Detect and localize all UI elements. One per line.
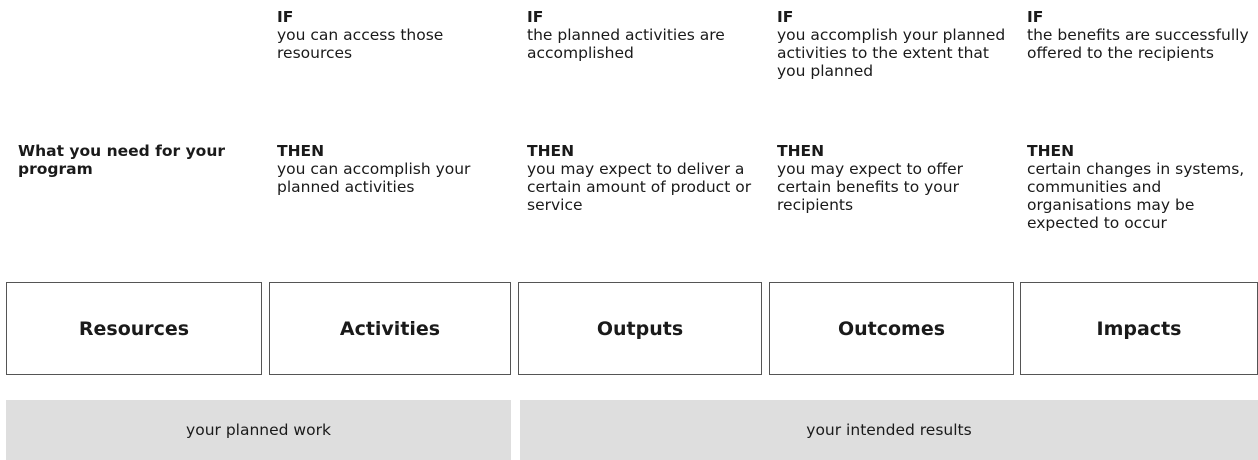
then-statement-4: THEN certain changes in systems, communi… — [1027, 142, 1252, 232]
if-keyword: IF — [1027, 8, 1044, 26]
if-text: the benefits are successfully offered to… — [1027, 26, 1249, 62]
stage-box-impacts: Impacts — [1020, 282, 1258, 375]
if-keyword: IF — [277, 8, 294, 26]
if-text: you accomplish your planned activities t… — [777, 26, 1006, 80]
if-statement-4: IF the benefits are successfully offered… — [1027, 8, 1252, 62]
stage-box-outputs: Outputs — [518, 282, 762, 375]
then-keyword: THEN — [527, 142, 575, 160]
intended-results-band: your intended results — [520, 400, 1258, 460]
then-text: certain changes in systems, communities … — [1027, 160, 1245, 232]
if-statement-2: IF the planned activities are accomplish… — [527, 8, 762, 62]
if-text: the planned activities are accomplished — [527, 26, 725, 62]
then-keyword: THEN — [277, 142, 325, 160]
needs-label: What you need for your program — [18, 142, 225, 178]
stage-box-resources: Resources — [6, 282, 262, 375]
then-text: you can accomplish your planned activiti… — [277, 160, 471, 196]
if-keyword: IF — [527, 8, 544, 26]
then-statement-1: THEN you can accomplish your planned act… — [277, 142, 512, 196]
if-statement-3: IF you accomplish your planned activitie… — [777, 8, 1012, 80]
if-statement-1: IF you can access those resources — [277, 8, 512, 62]
planned-work-band: your planned work — [6, 400, 511, 460]
then-statement-3: THEN you may expect to offer certain ben… — [777, 142, 1012, 214]
if-text: you can access those resources — [277, 26, 444, 62]
stage-box-activities: Activities — [269, 282, 511, 375]
then-keyword: THEN — [1027, 142, 1075, 160]
then-statement-2: THEN you may expect to deliver a certain… — [527, 142, 762, 214]
if-keyword: IF — [777, 8, 794, 26]
then-text: you may expect to offer certain benefits… — [777, 160, 963, 214]
stage-box-outcomes: Outcomes — [769, 282, 1014, 375]
then-text: you may expect to deliver a certain amou… — [527, 160, 752, 214]
then-keyword: THEN — [777, 142, 825, 160]
